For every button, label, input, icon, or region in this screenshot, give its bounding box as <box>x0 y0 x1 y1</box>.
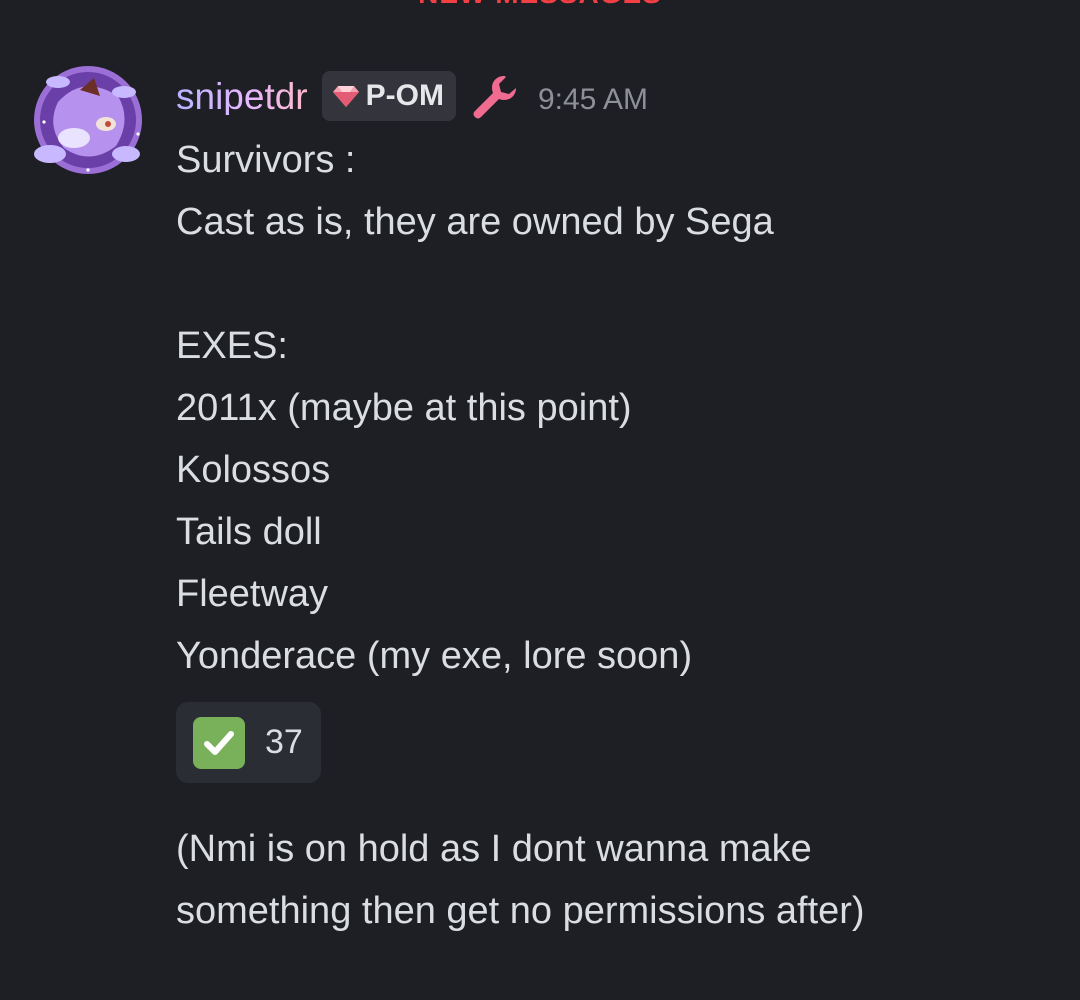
message-line: Tails doll <box>176 511 322 553</box>
message-content: Survivors : Cast as is, they are owned b… <box>176 129 774 687</box>
reaction-button[interactable]: 37 <box>176 702 321 783</box>
message-line: (Nmi is on hold as I dont wanna make <box>176 828 812 870</box>
author-name[interactable]: snipetdr <box>176 78 308 115</box>
message-line: Survivors : <box>176 139 356 181</box>
message-timestamp: 9:45 AM <box>537 83 649 116</box>
reaction-count: 37 <box>265 723 303 761</box>
avatar[interactable] <box>28 62 148 180</box>
message-line <box>176 253 774 315</box>
message-line: 2011x (maybe at this point) <box>176 387 632 429</box>
white-check-mark-icon <box>193 716 245 769</box>
role-tag-label: P-OM <box>365 79 444 112</box>
message-line: EXES: <box>176 325 288 367</box>
followup-message: (Nmi is on hold as I dont wanna make som… <box>176 818 865 942</box>
new-messages-divider: NEW MESSAGES <box>0 0 1080 10</box>
message-line: Cast as is, they are owned by Sega <box>176 201 774 243</box>
message-header: snipetdr P-OM 9:45 AM <box>176 68 648 124</box>
message-line: Yonderace (my exe, lore soon) <box>176 635 693 677</box>
message-line: something then get no permissions after) <box>176 890 865 932</box>
role-tag[interactable]: P-OM <box>321 71 456 121</box>
chat-view: NEW MESSAGES snipetdr P-O <box>0 0 1080 1000</box>
wrench-icon <box>473 76 516 119</box>
message-line: Kolossos <box>176 449 331 491</box>
gem-icon <box>332 86 359 107</box>
message-line: Fleetway <box>176 573 329 615</box>
